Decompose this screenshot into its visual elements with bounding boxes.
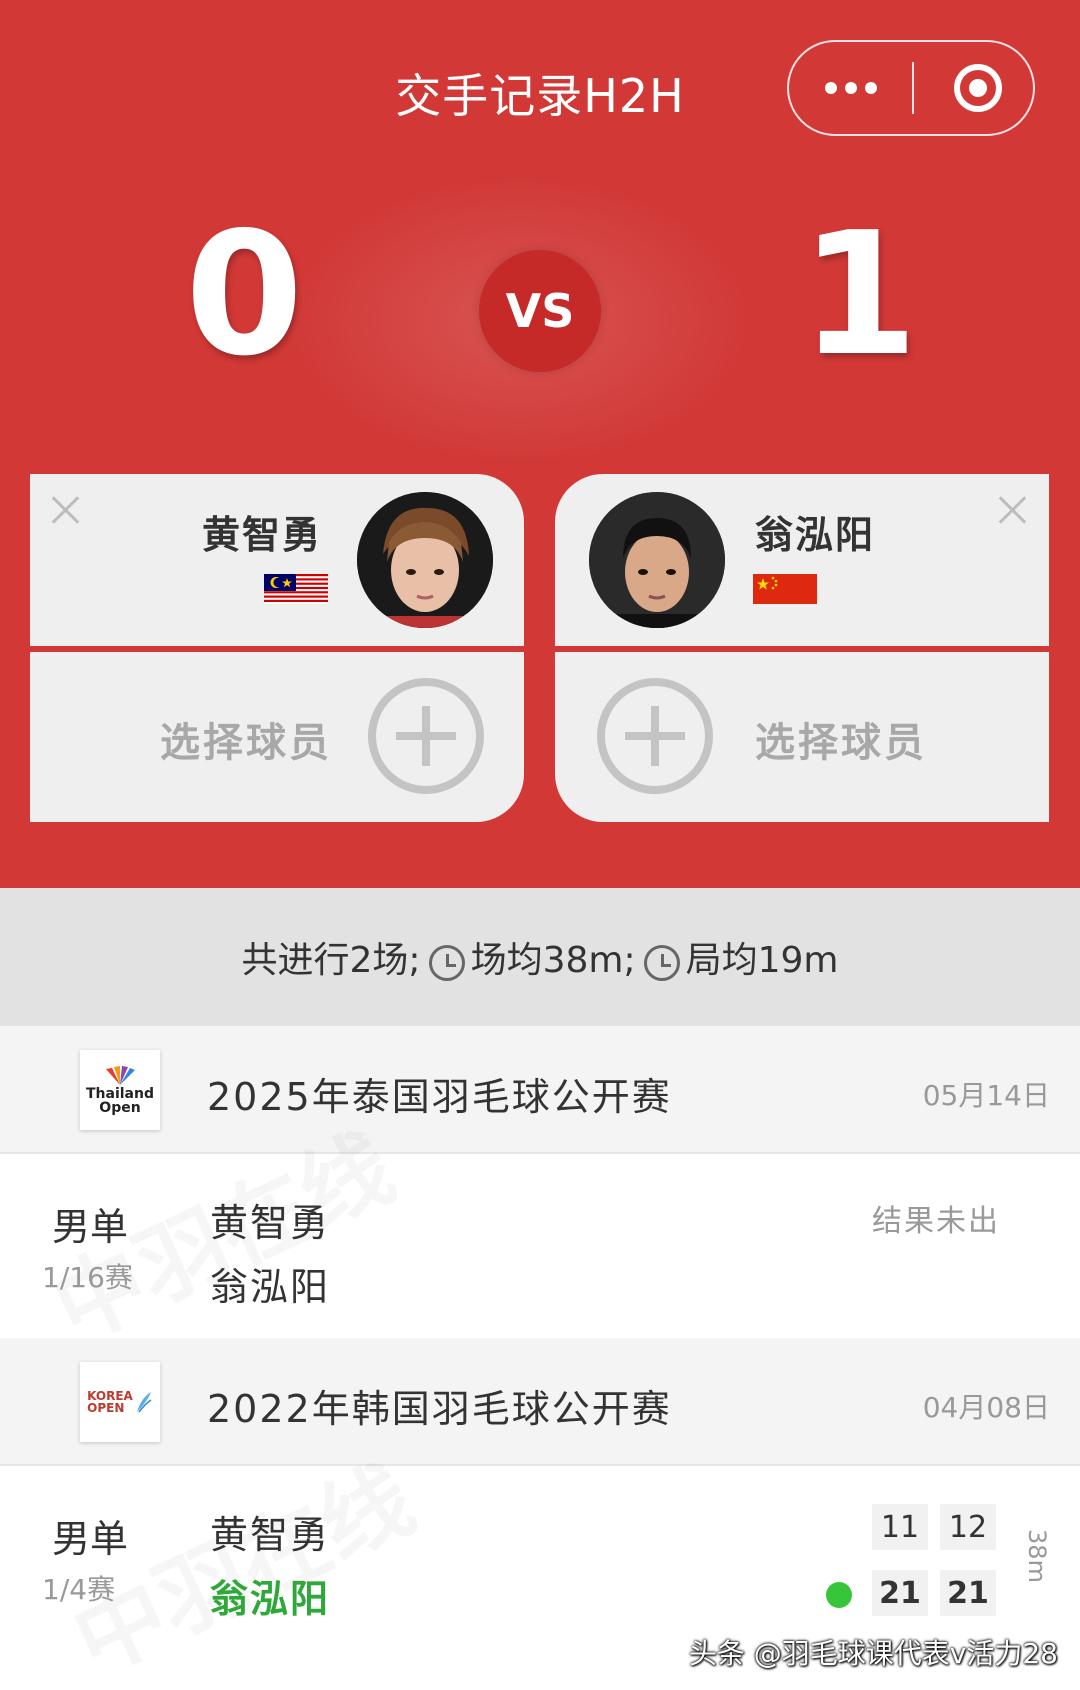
left-player-name: 黄智勇 — [202, 513, 323, 557]
left-score: 0 — [185, 196, 304, 394]
match-player-2: 翁泓阳 — [210, 1265, 331, 1309]
event-name: 2022年韩国羽毛球公开赛 — [207, 1387, 672, 1431]
right-score: 1 — [800, 196, 919, 394]
select-player-right-label[interactable]: 选择球员 — [755, 710, 927, 768]
shuttlecock-logo-icon — [106, 1066, 135, 1085]
score-p2-game1: 21 — [872, 1570, 928, 1616]
target-icon[interactable] — [954, 64, 1002, 112]
header-area: 交手记录H2H 0 VS 1 黄智勇 选择球员 翁泓阳 选择球员 — [0, 0, 1080, 888]
logo-text-2: Open — [99, 1100, 141, 1116]
right-player-avatar — [589, 492, 725, 628]
event-date: 04月08日 — [922, 1391, 1050, 1424]
score-p1-game1: 11 — [872, 1504, 928, 1550]
thailand-open-logo: Thailand Open — [80, 1050, 160, 1130]
card-divider — [555, 646, 1049, 652]
match-category: 男单 — [52, 1517, 129, 1561]
event-name: 2025年泰国羽毛球公开赛 — [207, 1075, 672, 1119]
logo-text-2: OPEN — [87, 1401, 125, 1415]
match-duration: 38m — [1023, 1529, 1052, 1583]
avg-match-duration: 场均38m; — [470, 940, 636, 981]
page-title: 交手记录H2H — [395, 69, 685, 123]
match-player-1: 黄智勇 — [210, 1513, 331, 1557]
malaysia-flag-icon — [264, 574, 328, 604]
remove-player-left-icon[interactable] — [48, 492, 84, 528]
capsule-divider — [912, 62, 914, 114]
select-player-left-label[interactable]: 选择球员 — [160, 710, 332, 768]
more-dots-icon[interactable] — [789, 42, 913, 134]
china-flag-icon — [753, 574, 817, 604]
feather-icon — [136, 1392, 152, 1413]
right-player-name: 翁泓阳 — [755, 513, 876, 557]
score-p1-game2: 12 — [940, 1504, 996, 1550]
match-round: 1/4赛 — [42, 1573, 116, 1606]
winner-dot-icon — [826, 1582, 852, 1608]
score-p2-game2: 21 — [940, 1570, 996, 1616]
match-row[interactable]: 中羽在线 男单 1/4赛 黄智勇 翁泓阳 11 12 21 21 38m — [0, 1468, 1080, 1652]
card-divider — [30, 646, 524, 652]
logo-text-1: Thailand — [86, 1086, 154, 1102]
match-player-1: 黄智勇 — [210, 1201, 331, 1245]
event-header[interactable]: KOREA OPEN 2022年韩国羽毛球公开赛 04月08日 — [0, 1338, 1080, 1466]
add-player-right-icon[interactable] — [597, 678, 713, 794]
left-player-card: 黄智勇 选择球员 — [30, 474, 524, 822]
korea-open-logo: KOREA OPEN — [80, 1362, 160, 1442]
add-player-left-icon[interactable] — [368, 678, 484, 794]
match-status: 结果未出 — [872, 1204, 1000, 1239]
summary-bar: 共进行2场; 场均38m; 局均19m — [0, 888, 1080, 1026]
event-date: 05月14日 — [922, 1079, 1050, 1112]
match-round: 1/16赛 — [42, 1261, 133, 1294]
avg-game-duration: 局均19m — [685, 940, 839, 981]
remove-player-right-icon[interactable] — [995, 492, 1031, 528]
mini-program-capsule — [787, 40, 1035, 136]
event-header[interactable]: Thailand Open 2025年泰国羽毛球公开赛 05月14日 — [0, 1026, 1080, 1154]
clock-icon — [643, 945, 680, 981]
left-player-avatar — [357, 492, 493, 628]
right-player-card: 翁泓阳 选择球员 — [555, 474, 1049, 822]
match-player-2-winner: 翁泓阳 — [210, 1577, 331, 1621]
match-row[interactable]: 中羽在线 男单 1/16赛 黄智勇 翁泓阳 结果未出 — [0, 1156, 1080, 1338]
vs-badge: VS — [479, 250, 601, 372]
total-matches: 共进行2场; — [241, 940, 421, 981]
source-credit: 头条 @羽毛球课代表v活力28 — [688, 1637, 1058, 1670]
clock-icon — [428, 945, 465, 981]
match-category: 男单 — [52, 1205, 129, 1249]
